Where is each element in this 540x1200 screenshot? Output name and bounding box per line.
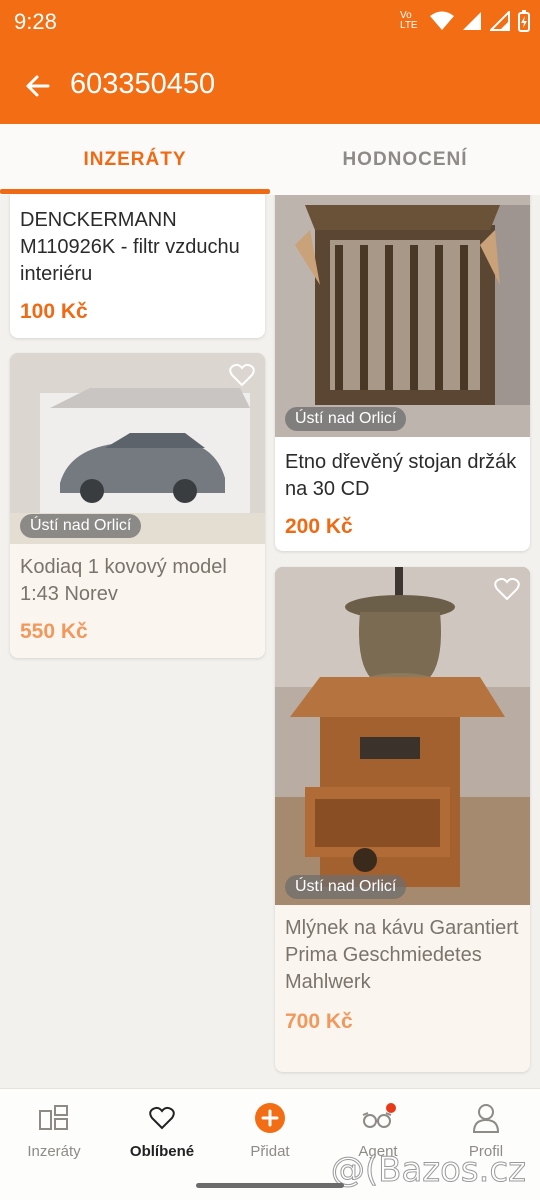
listing-price: 200 Kč (285, 515, 353, 538)
nav-label: Přidat (250, 1143, 290, 1160)
agent-glasses-icon (362, 1103, 396, 1128)
listing-image: Ústí nad Orlicí (275, 567, 530, 905)
listing-image: Ústí nad Orlicí (10, 353, 265, 544)
nav-listings[interactable]: Inzeráty (0, 1101, 108, 1160)
profile-icon (472, 1104, 500, 1133)
coffee-grinder-photo (275, 567, 530, 905)
location-badge: Ústí nad Orlicí (285, 875, 407, 899)
listing-card[interactable]: Ústí nad Orlicí Etno dřevěný stojan držá… (275, 195, 530, 551)
listing-grid[interactable]: DENCKERMANN M110926K - filtr vzduchu int… (0, 195, 540, 1085)
nav-add[interactable]: Přidat (216, 1101, 324, 1160)
signal-icon (463, 12, 481, 30)
listing-title: DENCKERMANN M110926K - filtr vzduchu int… (20, 209, 240, 285)
favorite-heart-icon[interactable] (229, 363, 255, 387)
cd-stand-photo (275, 195, 530, 437)
nav-favorites[interactable]: Oblíbené (108, 1101, 216, 1160)
listing-image: Ústí nad Orlicí (275, 195, 530, 437)
listing-title: Kodiaq 1 kovový model 1:43 Norev (20, 556, 227, 605)
back-arrow-icon[interactable] (20, 68, 56, 104)
nav-label: Inzeráty (27, 1143, 81, 1160)
status-bar: 9:28 Vo LTE (0, 0, 540, 44)
listing-title: Mlýnek na kávu Garantiert Prima Geschmie… (285, 917, 519, 993)
location-badge: Ústí nad Orlicí (285, 407, 407, 431)
signal-icon-2 (490, 11, 510, 31)
volte-indicator: Vo LTE (400, 10, 418, 31)
listing-price: 700 Kč (285, 1010, 353, 1033)
status-icons: Vo LTE (400, 10, 530, 32)
add-icon (255, 1103, 285, 1133)
gesture-bar[interactable] (196, 1183, 344, 1188)
listings-icon (39, 1105, 68, 1130)
battery-icon (518, 10, 530, 32)
wifi-icon (430, 11, 454, 30)
page-title: 603350450 (70, 68, 216, 100)
heart-icon (149, 1106, 175, 1130)
watermark: @(Bazos.cz (330, 1150, 526, 1191)
status-time: 9:28 (14, 9, 57, 34)
app-bar: 9:28 Vo LTE 603350450 (0, 0, 540, 124)
listing-title: Etno dřevěný stojan držák na 30 CD (285, 451, 517, 500)
listing-price: 550 Kč (20, 620, 88, 643)
tab-bar: INZERÁTY HODNOCENÍ (0, 124, 540, 195)
tab-listings[interactable]: INZERÁTY (0, 124, 270, 195)
favorite-heart-icon[interactable] (494, 577, 520, 601)
tab-indicator (0, 189, 270, 194)
location-badge: Ústí nad Orlicí (20, 514, 142, 538)
listing-card[interactable]: Ústí nad Orlicí Kodiaq 1 kovový model 1:… (10, 353, 265, 658)
tab-ratings[interactable]: HODNOCENÍ (270, 124, 540, 195)
header: 603350450 (0, 58, 540, 114)
listing-card[interactable]: Ústí nad Orlicí Mlýnek na kávu Garantier… (275, 567, 530, 1072)
listing-card[interactable]: DENCKERMANN M110926K - filtr vzduchu int… (10, 195, 265, 338)
listing-price: 100 Kč (20, 300, 88, 323)
nav-label: Oblíbené (129, 1143, 195, 1160)
